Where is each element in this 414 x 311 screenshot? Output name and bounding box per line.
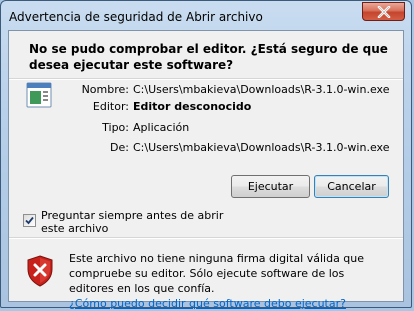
dialog-body: No se pudo comprobar el editor. ¿Está se… bbox=[8, 30, 404, 310]
from-label: De: bbox=[110, 141, 129, 154]
type-value: Aplicación bbox=[133, 121, 190, 134]
close-button[interactable] bbox=[362, 2, 405, 21]
cancel-button[interactable]: Cancelar bbox=[314, 175, 389, 198]
checkmark-icon bbox=[24, 215, 35, 226]
separator bbox=[9, 78, 403, 80]
always-ask-checkbox[interactable] bbox=[23, 214, 36, 227]
name-label: Nombre: bbox=[81, 83, 129, 96]
window-title: Advertencia de seguridad de Abrir archiv… bbox=[9, 10, 263, 24]
footer-warning: Este archivo no tiene ninguna firma digi… bbox=[69, 251, 389, 311]
close-icon bbox=[377, 5, 391, 18]
publisher-label: Editor: bbox=[92, 100, 129, 113]
title-bar[interactable]: Advertencia de seguridad de Abrir archiv… bbox=[1, 1, 411, 31]
security-warning-window: Advertencia de seguridad de Abrir archiv… bbox=[0, 0, 412, 310]
run-button[interactable]: Ejecutar bbox=[231, 175, 310, 198]
type-label: Tipo: bbox=[102, 121, 129, 134]
footer-warning-text: Este archivo no tiene ninguna firma digi… bbox=[69, 252, 365, 295]
security-warning-shield-icon bbox=[26, 255, 54, 290]
warning-question: No se pudo comprobar el editor. ¿Está se… bbox=[29, 42, 388, 72]
always-ask-label[interactable]: Preguntar siempre antes de abrir este ar… bbox=[41, 209, 241, 235]
help-link[interactable]: ¿Cómo puedo decidir qué software debo ej… bbox=[69, 297, 346, 310]
from-value: C:\Users\mbakieva\Downloads\R-3.1.0-win.… bbox=[133, 141, 390, 154]
name-value: C:\Users\mbakieva\Downloads\R-3.1.0-win.… bbox=[133, 83, 390, 96]
publisher-value: Editor desconocido bbox=[133, 100, 252, 113]
separator bbox=[9, 237, 403, 239]
